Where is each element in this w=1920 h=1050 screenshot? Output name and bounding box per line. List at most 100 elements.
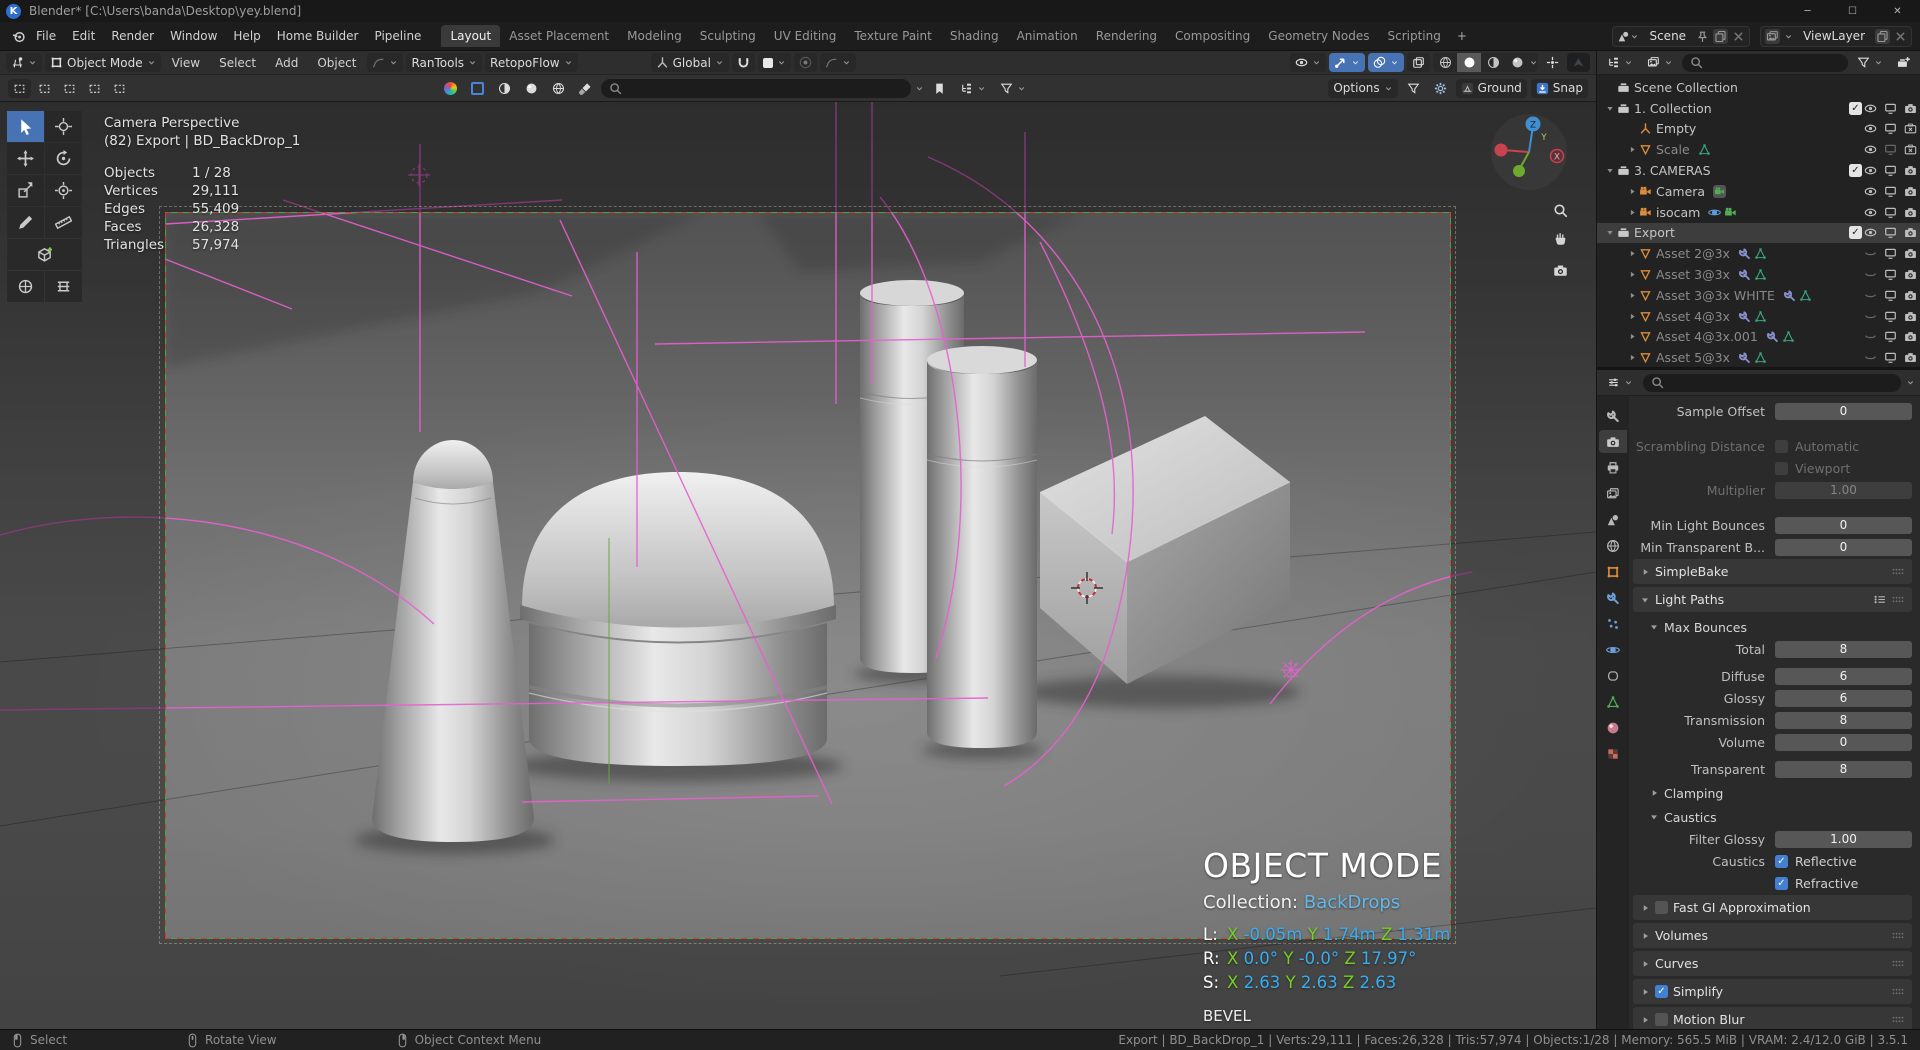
asset-button[interactable]: [520, 79, 543, 98]
retopoflow-dropdown[interactable]: RetopoFlow: [485, 53, 578, 72]
properties-search[interactable]: [1643, 374, 1901, 392]
options-dropdown[interactable]: Options: [1328, 79, 1397, 98]
properties-tab-output[interactable]: [1599, 456, 1627, 479]
rantools-dropdown[interactable]: RanTools: [406, 53, 482, 72]
tool-rotate[interactable]: [45, 143, 82, 174]
screen-icon[interactable]: [1884, 330, 1897, 343]
properties-tab-scene[interactable]: [1599, 508, 1627, 531]
menu-help[interactable]: Help: [225, 29, 268, 43]
properties-tab-active-tool[interactable]: [1599, 404, 1627, 427]
outliner-row-camera[interactable]: Camera: [1597, 181, 1920, 202]
value-slider-total[interactable]: 8: [1775, 641, 1912, 658]
tool-annotate[interactable]: [7, 207, 44, 238]
3d-viewport[interactable]: Camera Perspective (82) Export | BD_Back…: [0, 102, 1596, 1029]
zoom-view-button[interactable]: [1548, 198, 1572, 222]
outliner-row-asset-2-3x[interactable]: Asset 2@3x: [1597, 243, 1920, 264]
menu-pipeline[interactable]: Pipeline: [366, 29, 429, 43]
gizmo-y-neg-axis[interactable]: [1513, 165, 1525, 177]
camera-icon[interactable]: [1904, 310, 1917, 323]
collapse-chevron-icon[interactable]: [915, 84, 924, 93]
outliner-search[interactable]: [1682, 54, 1848, 72]
outliner-row-export[interactable]: Export ✓: [1597, 223, 1920, 244]
tool-search[interactable]: [601, 79, 911, 98]
scene-selector[interactable]: Scene: [1612, 26, 1750, 47]
outliner-row-scale[interactable]: Scale: [1597, 139, 1920, 160]
tab-asset-placement[interactable]: Asset Placement: [500, 25, 618, 47]
subpanel-header-caustics[interactable]: Caustics: [1633, 805, 1912, 829]
outliner-editor-dropdown[interactable]: [1602, 53, 1638, 72]
half-sphere-button[interactable]: [493, 79, 516, 98]
panel-checkbox-motion-blur[interactable]: [1655, 1013, 1668, 1026]
viewlayer-selector[interactable]: ViewLayer: [1760, 26, 1912, 47]
properties-search-input[interactable]: [1670, 376, 1893, 390]
eye-closed-icon[interactable]: [1864, 351, 1877, 364]
pivot-point-button[interactable]: [1541, 53, 1564, 72]
camera-x-icon[interactable]: [1904, 122, 1917, 135]
camera-icon[interactable]: [1904, 247, 1917, 260]
camera-icon[interactable]: [1904, 330, 1917, 343]
tool-rf-contours[interactable]: [7, 271, 44, 302]
remove-viewlayer-icon[interactable]: [1894, 30, 1907, 43]
tool-transform[interactable]: [45, 175, 82, 206]
expand-closed-icon[interactable]: [1625, 353, 1639, 362]
tool-move[interactable]: [7, 143, 44, 174]
properties-tab-physics[interactable]: [1599, 638, 1627, 661]
outliner-row-asset-3-3x[interactable]: Asset 3@3x: [1597, 264, 1920, 285]
preset-icon[interactable]: [1873, 593, 1886, 606]
panel-header-motion-blur[interactable]: Motion Blur: [1633, 1007, 1912, 1029]
menu-view[interactable]: View: [164, 56, 208, 70]
screen-icon[interactable]: [1884, 268, 1897, 281]
filter-dropdown[interactable]: [995, 79, 1031, 98]
outliner-row-asset-4-3x-001[interactable]: Asset 4@3x.001: [1597, 327, 1920, 348]
properties-tab-object-data[interactable]: [1599, 690, 1627, 713]
xray-toggle[interactable]: [1407, 53, 1430, 72]
eye-icon[interactable]: [1864, 122, 1877, 135]
screen-icon[interactable]: [1884, 289, 1897, 302]
eye-icon[interactable]: [1864, 206, 1877, 219]
proportional-falloff-dropdown[interactable]: [820, 53, 856, 72]
empty-marker-right[interactable]: [1281, 660, 1301, 680]
screen-icon[interactable]: [1884, 226, 1897, 239]
outliner-display-mode-dropdown[interactable]: [1642, 53, 1678, 72]
outliner-row-asset-4-3x[interactable]: Asset 4@3x: [1597, 306, 1920, 327]
panel-checkbox-fast-gi-approximation[interactable]: [1655, 901, 1668, 914]
screen-icon[interactable]: [1884, 247, 1897, 260]
value-slider-transparent[interactable]: 8: [1775, 761, 1912, 778]
eye-closed-icon[interactable]: [1864, 330, 1877, 343]
viewlayer-name[interactable]: ViewLayer: [1797, 29, 1871, 43]
tab-rendering[interactable]: Rendering: [1087, 25, 1166, 47]
bookmark-button[interactable]: [928, 79, 951, 98]
camera-icon[interactable]: [1904, 289, 1917, 302]
maximize-button[interactable]: ☐: [1830, 0, 1875, 22]
value-slider-min-transparent-b[interactable]: 0: [1775, 539, 1912, 556]
menu-add[interactable]: Add: [267, 56, 306, 70]
outliner-row-empty[interactable]: Empty: [1597, 119, 1920, 140]
properties-tab-constraints[interactable]: [1599, 664, 1627, 687]
camera-icon[interactable]: [1904, 102, 1917, 115]
blender-menu-icon[interactable]: [8, 28, 28, 44]
tool-box-select[interactable]: [7, 111, 44, 142]
panel-header-light-paths[interactable]: Light Paths: [1633, 587, 1912, 612]
screen-icon[interactable]: [1884, 351, 1897, 364]
camera-icon[interactable]: [1904, 226, 1917, 239]
outliner-row-asset-3-3x-white[interactable]: Asset 3@3x WHITE: [1597, 285, 1920, 306]
screen-off-icon[interactable]: [1884, 143, 1897, 156]
outliner-row-1-collection[interactable]: 1. Collection ✓: [1597, 98, 1920, 119]
tab-shading[interactable]: Shading: [941, 25, 1008, 47]
panel-header-volumes[interactable]: Volumes: [1633, 923, 1912, 948]
expand-closed-icon[interactable]: [1625, 249, 1639, 258]
material-color-button[interactable]: [439, 79, 462, 98]
pan-view-button[interactable]: [1548, 226, 1572, 250]
expand-open-icon[interactable]: [1603, 228, 1617, 237]
tab-animation[interactable]: Animation: [1008, 25, 1087, 47]
scene-name[interactable]: Scene: [1643, 29, 1692, 43]
transform-orientation-dropdown[interactable]: Global: [651, 53, 729, 72]
expand-closed-icon[interactable]: [1625, 208, 1639, 217]
mode-options-dropdown[interactable]: [367, 53, 403, 72]
outliner-row-isocam[interactable]: isocam: [1597, 202, 1920, 223]
screen-icon[interactable]: [1884, 206, 1897, 219]
scene-object-cylinder-front[interactable]: [927, 346, 1037, 748]
visibility-dropdown[interactable]: [1290, 53, 1326, 72]
properties-tab-modifiers[interactable]: [1599, 586, 1627, 609]
properties-tab-texture[interactable]: [1599, 742, 1627, 765]
